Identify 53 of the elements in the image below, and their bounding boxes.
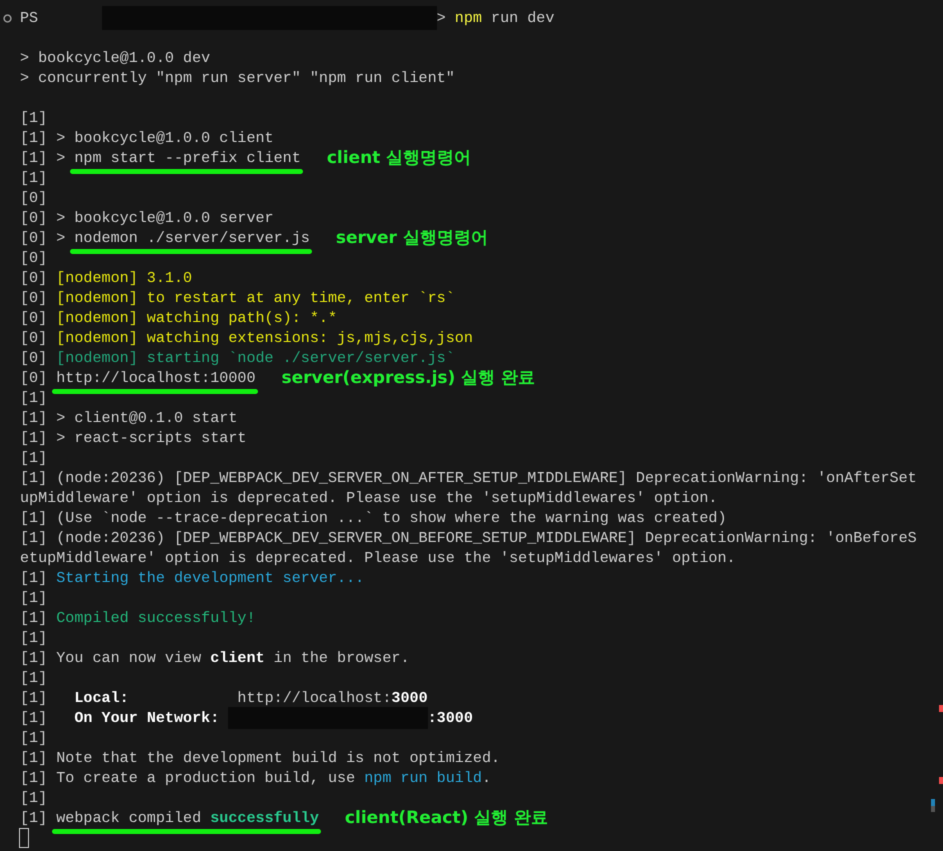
terminal-text: [1] (20, 108, 48, 128)
terminal-text: upMiddleware' option is deprecated. Please use the 'setupMiddlewares' option. (20, 488, 718, 508)
terminal-text: :3000 (428, 708, 473, 728)
terminal-text: [1] Starting the development server... (20, 568, 364, 588)
terminal-text: etupMiddleware' option is deprecated. Please use the 'setupMiddlewares' option. (20, 548, 736, 568)
terminal-text: [1] You can now view client in the browser. (20, 648, 410, 668)
scrollbar-marker (939, 777, 943, 784)
terminal-text: [1] (20, 668, 48, 688)
terminal-text: [0] [nodemon] 3.1.0 (20, 268, 192, 288)
terminal-text: PS (20, 8, 38, 28)
terminal-text: [1] Local: http://localhost:3000 (20, 688, 428, 708)
terminal-text: [1] (20, 448, 48, 468)
terminal-text: [1] On Your Network: (20, 708, 220, 728)
terminal-text: [0] (20, 368, 48, 388)
terminal-text: > bookcycle@1.0.0 dev (20, 48, 210, 68)
annotation-label: server(express.js) 실행 완료 (282, 368, 536, 388)
terminal-text: [0] [nodemon] starting `node ./server/server.js` (20, 348, 455, 368)
terminal-text: [1] > react-scripts start (20, 428, 246, 448)
circle-icon (3, 14, 12, 23)
terminal-text: [0] [nodemon] watching extensions: js,mjs,cjs,json (20, 328, 473, 348)
terminal-text: [0] (20, 188, 48, 208)
terminal-text: [1] Note that the development build is not optimized. (20, 748, 500, 768)
terminal-text: [0] [nodemon] watching path(s): *.* (20, 308, 338, 328)
annotation-label: client(React) 실행 완료 (344, 808, 548, 828)
terminal-text: [0] > (20, 228, 66, 248)
terminal-text: [1] > client@0.1.0 start (20, 408, 238, 428)
terminal-text: [1] To create a production build, use npm run build. (20, 768, 492, 788)
terminal-text: > npm run dev (436, 8, 554, 28)
annotation-label: client 실행명령어 (326, 148, 472, 168)
terminal-text: [1] (20, 588, 48, 608)
terminal-text: [1] (20, 628, 48, 648)
terminal-text: [1] (20, 388, 48, 408)
annotation-label: server 실행명령어 (336, 228, 488, 248)
terminal-text: [1] (20, 788, 48, 808)
terminal-text: [1] (Use `node --trace-deprecation ...` to show where the warning was created) (20, 508, 727, 528)
terminal-text: [1] (node:20236) [DEP_WEBPACK_DEV_SERVER_ON_BEFORE_SETUP_MIDDLEWARE] DeprecationWarning: 'onBeforeS (20, 528, 917, 548)
highlighted-text: nodemon ./server/server.js (74, 229, 310, 247)
terminal-text: [1] (20, 728, 48, 748)
highlighted-text: webpack compiled successfully (56, 809, 319, 827)
terminal-text: [1] Compiled successfully! (20, 608, 256, 628)
highlighted-text: npm start --prefix client (74, 149, 301, 167)
highlighted-text: http://localhost:10000 (56, 369, 256, 387)
scrollbar-marker (939, 705, 943, 712)
terminal-text: [1] > (20, 148, 66, 168)
terminal-text: [1] > bookcycle@1.0.0 client (20, 128, 274, 148)
terminal-text: [1] (20, 168, 48, 188)
terminal-text: [0] > bookcycle@1.0.0 server (20, 208, 274, 228)
terminal-text: [1] (20, 808, 48, 828)
terminal-text: > concurrently "npm run server" "npm run client" (20, 68, 455, 88)
terminal-text: [0] [nodemon] to restart at any time, enter `rs` (20, 288, 455, 308)
terminal-text: [0] (20, 248, 48, 268)
terminal-text: [1] (node:20236) [DEP_WEBPACK_DEV_SERVER_ON_AFTER_SETUP_MIDDLEWARE] DeprecationWarning: 'onAfterSet (20, 468, 917, 488)
text-cursor (19, 828, 29, 848)
